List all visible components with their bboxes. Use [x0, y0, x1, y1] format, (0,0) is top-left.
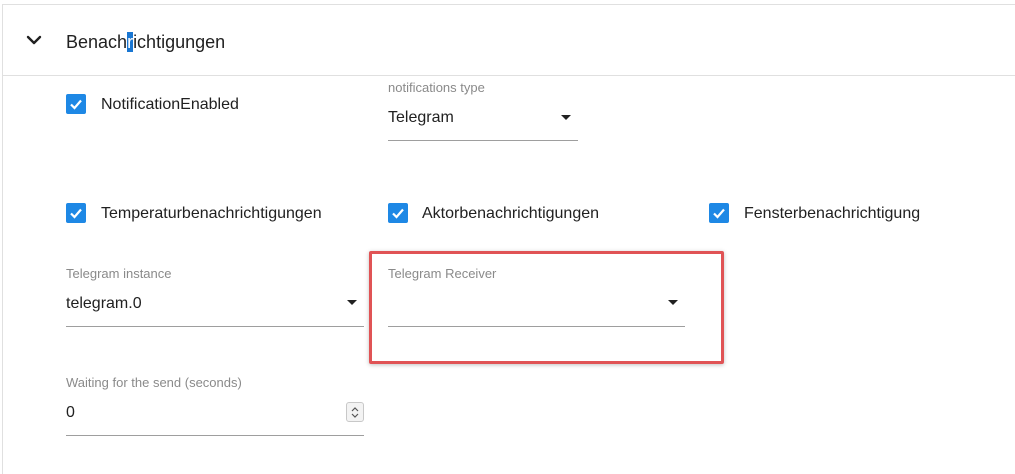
check-icon — [392, 208, 404, 219]
spinner-down-icon[interactable] — [351, 413, 359, 418]
window-notifications-label: Fensterbenachrichtigung — [744, 205, 921, 222]
dropdown-arrow-icon[interactable] — [347, 300, 357, 305]
check-icon — [70, 208, 82, 219]
panel-title[interactable]: Benachrichtigungen — [66, 32, 225, 53]
telegram-receiver-underline — [388, 326, 685, 327]
waiting-send-label: Waiting for the send (seconds) — [66, 375, 242, 390]
actor-notifications-checkbox[interactable] — [388, 203, 408, 223]
temperature-notifications-checkbox[interactable] — [66, 203, 86, 223]
telegram-receiver-label: Telegram Receiver — [388, 266, 497, 281]
notifications-type-select[interactable]: Telegram — [388, 109, 454, 127]
temperature-notifications-label: Temperaturbenachrichtigungen — [101, 205, 322, 222]
header-divider — [2, 75, 1015, 76]
collapse-chevron-icon[interactable] — [24, 30, 44, 50]
check-icon — [713, 208, 725, 219]
spinner-up-icon[interactable] — [351, 406, 359, 412]
telegram-instance-underline — [66, 326, 364, 327]
waiting-send-underline — [66, 435, 364, 436]
dropdown-arrow-icon[interactable] — [668, 300, 678, 305]
notifications-type-label: notifications type — [388, 80, 485, 95]
telegram-receiver-select[interactable] — [388, 295, 648, 315]
telegram-instance-label: Telegram instance — [66, 266, 172, 281]
waiting-send-input[interactable]: 0 — [66, 404, 75, 422]
number-spinner[interactable] — [346, 402, 364, 422]
top-divider — [2, 4, 1015, 5]
notification-enabled-checkbox[interactable] — [66, 94, 86, 114]
actor-notifications-label: Aktorbenachrichtigungen — [422, 205, 600, 222]
check-icon — [70, 99, 82, 110]
window-notifications-checkbox[interactable] — [709, 203, 729, 223]
telegram-instance-select[interactable]: telegram.0 — [66, 295, 142, 313]
notifications-type-underline — [388, 140, 578, 141]
dropdown-arrow-icon[interactable] — [561, 115, 571, 120]
notification-enabled-label: NotificationEnabled — [101, 96, 239, 113]
